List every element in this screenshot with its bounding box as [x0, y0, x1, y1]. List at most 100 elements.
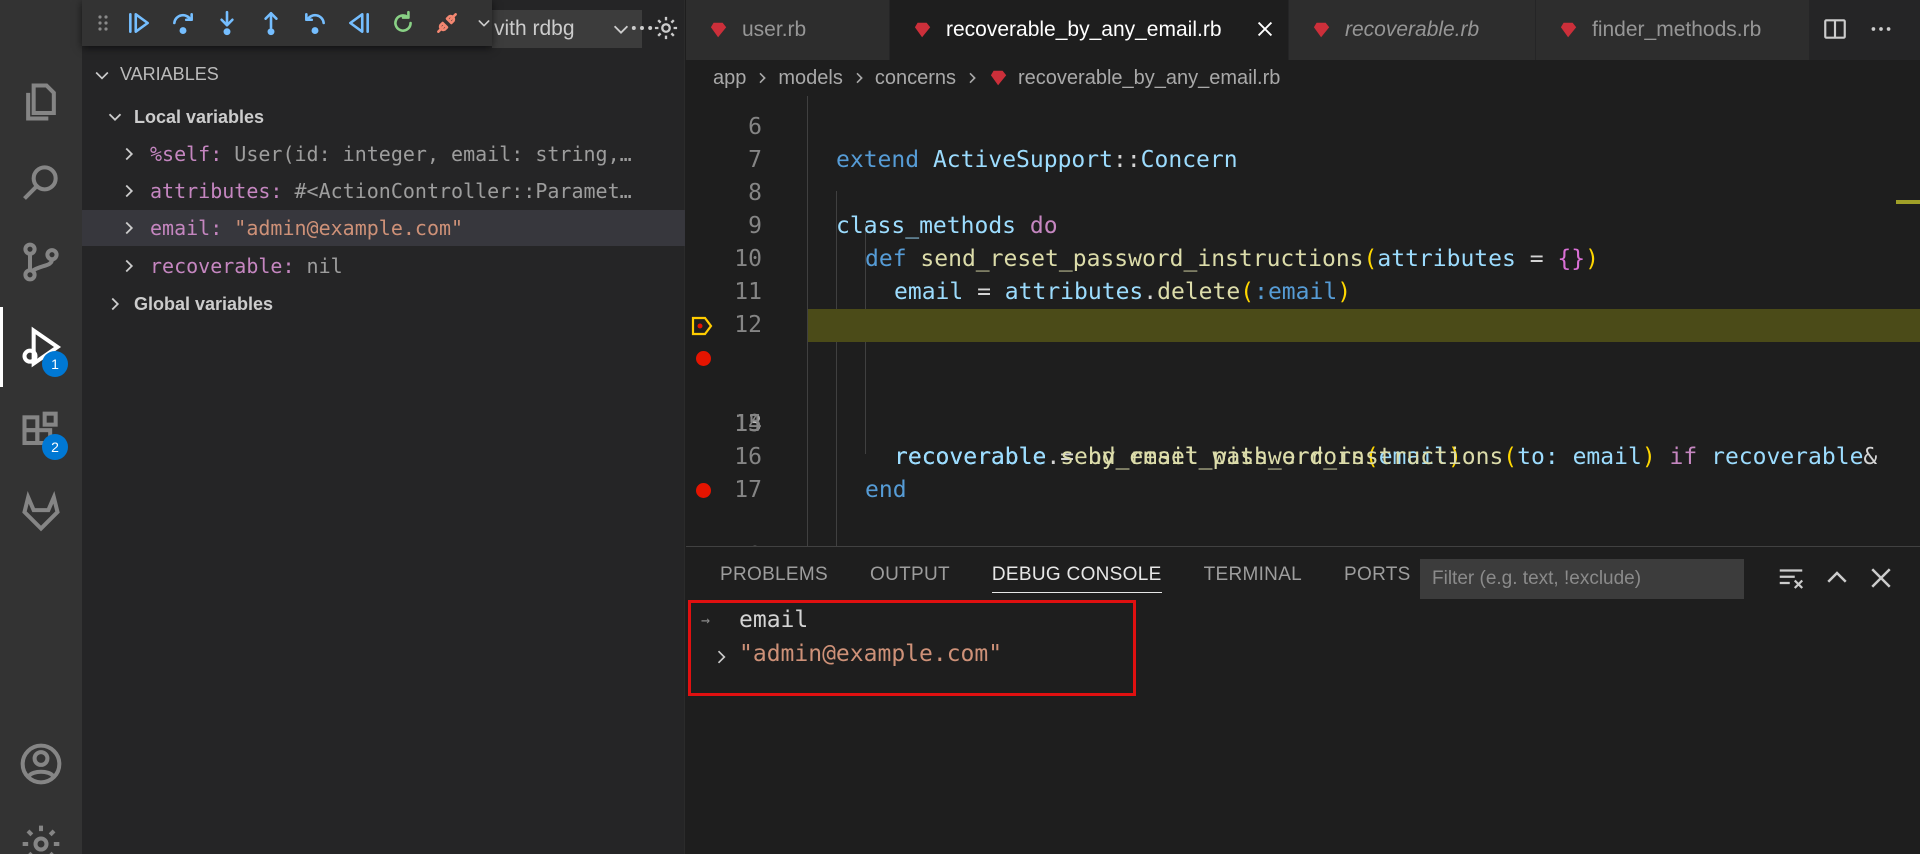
breadcrumb-item[interactable]: app	[713, 67, 746, 90]
chevron-right-icon	[125, 147, 134, 161]
reverse-continue-button[interactable]	[344, 8, 374, 38]
step-out-button[interactable]	[256, 8, 286, 38]
console-input-line: email	[739, 607, 809, 633]
debug-badge: 1	[42, 351, 68, 377]
extensions-badge: 2	[42, 434, 68, 460]
step-into-button[interactable]	[212, 8, 242, 38]
local-variables-scope[interactable]: Local variables	[82, 99, 685, 135]
gitlab-icon[interactable]	[0, 472, 82, 552]
chevron-right-icon	[969, 72, 976, 84]
chevron-right-icon	[759, 72, 767, 84]
editor-more-actions-icon[interactable]	[1868, 16, 1898, 46]
tab-ports[interactable]: PORTS	[1344, 557, 1411, 593]
clear-console-icon[interactable]	[1776, 563, 1806, 593]
disconnect-button[interactable]	[432, 8, 462, 38]
tab-debug-console[interactable]: DEBUG CONSOLE	[991, 557, 1162, 593]
tab-recoverable-rb[interactable]: recoverable.rb	[1289, 0, 1536, 60]
global-variables-scope[interactable]: Global variables	[82, 286, 685, 322]
tab-label: user.rb	[742, 18, 807, 41]
tab-terminal[interactable]: TERMINAL	[1204, 557, 1302, 593]
extensions-icon[interactable]: 2	[0, 392, 82, 472]
code-line: 6 extend ActiveSupport::Concern	[748, 114, 1238, 173]
panel-tabs: PROBLEMS OUTPUT DEBUG CONSOLE TERMINAL P…	[720, 557, 1411, 593]
code-line: 19	[686, 507, 1920, 546]
variable-name: recoverable:	[150, 254, 295, 278]
tab-user-rb[interactable]: user.rb	[686, 0, 890, 60]
chevron-right-icon	[125, 184, 134, 198]
tab-label: finder_methods.rb	[1592, 18, 1762, 41]
chevron-down-icon	[108, 113, 122, 122]
explorer-icon[interactable]	[0, 62, 82, 142]
code-editor[interactable]: 6 extend ActiveSupport::Concern 7 8 clas…	[686, 96, 1920, 546]
split-editor-icon[interactable]	[1822, 16, 1852, 46]
variable-name: %self:	[150, 142, 223, 166]
breakpoint-dot[interactable]	[696, 351, 711, 366]
variable-row[interactable]: %self: User(id: integer, email: string,…	[82, 136, 685, 172]
variable-row-selected[interactable]: email: "admin@example.com"	[82, 210, 685, 246]
code-line: 18 private	[686, 474, 1920, 546]
search-icon[interactable]	[0, 142, 82, 222]
restart-button[interactable]	[388, 8, 418, 38]
ruby-file-icon	[914, 22, 931, 38]
breadcrumb-item[interactable]: recoverable_by_any_email.rb	[1018, 67, 1280, 90]
chevron-right-icon	[125, 221, 134, 235]
tab-label: recoverable_by_any_email.rb	[946, 18, 1222, 41]
local-variables-label: Local variables	[134, 106, 265, 127]
maximize-panel-icon[interactable]	[1822, 563, 1852, 593]
manage-gear-icon[interactable]	[0, 804, 82, 854]
editor-tab-bar: user.rb recoverable_by_any_email.rb reco…	[686, 0, 1920, 60]
variable-row[interactable]: attributes: #<ActionController::Paramet…	[82, 173, 685, 209]
ruby-file-icon	[1560, 22, 1577, 38]
launch-config-label: vith rdbg	[494, 17, 575, 40]
source-control-icon[interactable]	[0, 222, 82, 302]
step-back-button[interactable]	[300, 8, 330, 38]
debug-console-output[interactable]: → email "admin@example.com"	[688, 600, 1136, 696]
console-result-line: "admin@example.com"	[739, 641, 1003, 667]
code-line: 17	[734, 477, 762, 503]
chevron-down-icon	[95, 71, 109, 80]
code-line: 7	[748, 147, 762, 173]
variables-title: VARIABLES	[120, 64, 219, 84]
breadcrumb-item[interactable]: models	[778, 67, 842, 90]
code-line: 14 recoverable.send_reset_password_instr…	[686, 342, 1920, 470]
close-panel-icon[interactable]	[1866, 563, 1896, 593]
variable-name: attributes:	[150, 179, 283, 203]
input-arrow-icon: →	[701, 611, 711, 629]
tab-problems[interactable]: PROBLEMS	[720, 557, 828, 593]
variable-name: email:	[150, 216, 223, 240]
launch-config-select[interactable]: vith rdbg	[492, 10, 642, 48]
code-line: 16 end	[734, 444, 907, 503]
chevron-right-icon[interactable]	[711, 647, 731, 667]
minimap-marker	[1896, 200, 1920, 204]
close-icon[interactable]	[1254, 18, 1276, 40]
tab-recoverable-by-any-email-rb[interactable]: recoverable_by_any_email.rb	[890, 0, 1289, 60]
code-line: 12	[734, 312, 762, 338]
global-variables-label: Global variables	[134, 293, 274, 314]
breadcrumb: app models concerns recoverable_by_any_e…	[686, 60, 1920, 96]
drag-handle-icon[interactable]	[96, 8, 110, 38]
account-icon[interactable]	[0, 724, 82, 804]
ruby-file-icon	[1313, 22, 1330, 38]
console-filter-input[interactable]	[1420, 559, 1744, 599]
breadcrumb-item[interactable]: concerns	[875, 67, 956, 90]
current-execution-line: 13 recoverable = by_email_with_errors(em…	[686, 309, 1920, 470]
variable-value: "admin@example.com"	[234, 216, 464, 240]
tab-finder-methods-rb[interactable]: finder_methods.rb	[1536, 0, 1810, 60]
step-over-button[interactable]	[168, 8, 198, 38]
breakpoint-dot[interactable]	[696, 483, 711, 498]
code-line: 8 class_methods do	[748, 180, 1058, 239]
variables-section-header[interactable]: VARIABLES	[92, 64, 219, 85]
chevron-down-icon[interactable]	[476, 8, 492, 38]
code-line: 10 email = attributes.delete(:email)	[734, 246, 1352, 305]
current-statement-arrow-icon	[691, 316, 713, 336]
variable-row[interactable]: recoverable: nil	[82, 248, 685, 284]
run-debug-icon[interactable]: 1	[0, 307, 82, 387]
continue-button[interactable]	[124, 8, 154, 38]
activity-bar: 1 2	[0, 0, 82, 854]
code-line: 11 super unless email	[734, 279, 1143, 338]
ruby-file-icon	[990, 70, 1007, 86]
variable-value: User(id: integer, email: string,…	[234, 142, 632, 166]
tab-output[interactable]: OUTPUT	[870, 557, 950, 593]
more-actions-icon[interactable]	[628, 14, 658, 44]
tab-label: recoverable.rb	[1345, 18, 1480, 41]
